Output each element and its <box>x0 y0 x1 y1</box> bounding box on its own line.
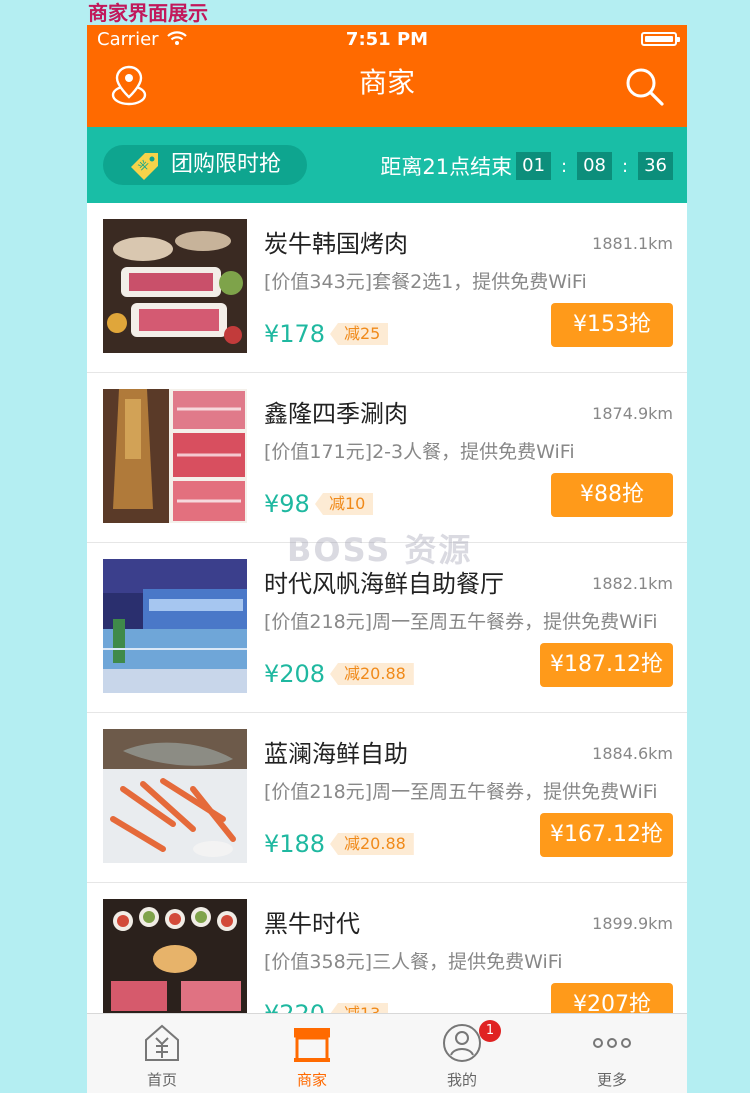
home-icon <box>145 1024 179 1061</box>
tab-label: 我的 <box>446 1071 477 1089</box>
merchant-price: ¥98 <box>264 490 310 518</box>
phone-screen: Carrier 7:51 PM 商家 半 团购限时抢 距离21点结束 01: … <box>87 25 687 1093</box>
merchant-price: ¥220 <box>264 999 325 1013</box>
merchant-distance: 1881.1km <box>592 234 673 253</box>
flash-sale-button[interactable]: 半 团购限时抢 <box>103 145 307 185</box>
discount-tag: 减25 <box>330 323 389 345</box>
tab-label: 首页 <box>146 1071 177 1089</box>
buy-button[interactable]: ¥187.12抢 <box>540 643 673 687</box>
merchant-distance: 1884.6km <box>592 744 673 763</box>
buy-button[interactable]: ¥153抢 <box>551 303 673 347</box>
countdown-label: 距离21点结束 <box>380 155 513 179</box>
merchant-distance: 1874.9km <box>592 404 673 423</box>
flash-sale-bar: 半 团购限时抢 距离21点结束 01 : 08 : 36 <box>87 127 687 203</box>
discount-tag: 减20.88 <box>330 833 414 855</box>
watermark: BOSS 资源 <box>287 531 473 569</box>
merchant-description: [价值218元]周一至周五午餐券，提供免费WiFi <box>264 611 658 633</box>
flash-sale-label: 团购限时抢 <box>171 152 282 177</box>
nav-header: Carrier 7:51 PM 商家 <box>87 25 687 127</box>
merchant-item[interactable]: 黑牛时代 1899.9km [价值358元]三人餐，提供免费WiFi ¥220 … <box>87 883 687 1013</box>
merchant-price: ¥188 <box>264 830 326 858</box>
buy-button[interactable]: ¥167.12抢 <box>540 813 673 857</box>
status-clock: 7:51 PM <box>345 29 429 50</box>
countdown-separator: : <box>561 155 568 177</box>
merchant-description: [价值218元]周一至周五午餐券，提供免费WiFi <box>264 781 658 803</box>
merchant-distance: 1899.9km <box>592 914 673 933</box>
buy-button[interactable]: ¥88抢 <box>551 473 673 517</box>
merchant-description: [价值358元]三人餐，提供免费WiFi <box>264 951 563 973</box>
tag-icon: 半 <box>131 153 158 180</box>
merchant-price: ¥208 <box>264 660 326 688</box>
tab-label: 更多 <box>596 1071 627 1089</box>
notification-badge: 1 <box>479 1020 501 1042</box>
merchant-photo <box>103 899 247 1013</box>
tab-label: 商家 <box>296 1071 327 1089</box>
shop-icon <box>294 1028 330 1062</box>
merchant-distance: 1882.1km <box>592 574 673 593</box>
merchant-name: 鑫隆四季涮肉 <box>264 400 408 428</box>
countdown-seconds: 36 <box>638 152 673 180</box>
battery-icon <box>641 32 680 46</box>
merchant-name: 蓝澜海鲜自助 <box>264 740 408 768</box>
merchant-description: [价值171元]2-3人餐，提供免费WiFi <box>264 441 575 463</box>
merchant-item[interactable]: 蓝澜海鲜自助 1884.6km [价值218元]周一至周五午餐券，提供免费WiF… <box>87 713 687 883</box>
search-icon[interactable] <box>623 65 665 107</box>
page-title: 商家 <box>358 66 415 99</box>
more-icon <box>593 1038 631 1048</box>
merchant-photo <box>103 559 247 693</box>
countdown-separator: : <box>622 155 629 177</box>
tab-bar: 首页 商家 1 我的 更多 <box>87 1013 687 1093</box>
merchant-description: [价值343元]套餐2选1，提供免费WiFi <box>264 271 587 293</box>
merchant-photo <box>103 729 247 863</box>
tab-more[interactable]: 更多 <box>537 1014 687 1093</box>
profile-icon <box>443 1024 481 1062</box>
merchant-price: ¥178 <box>264 320 326 348</box>
discount-tag: 减13 <box>330 1003 389 1013</box>
merchant-photo <box>103 219 247 353</box>
status-bar: Carrier 7:51 PM <box>87 25 687 55</box>
tab-profile[interactable]: 1 我的 <box>387 1014 537 1093</box>
tab-merchants[interactable]: 商家 <box>237 1014 387 1093</box>
tab-home[interactable]: 首页 <box>87 1014 237 1093</box>
merchant-name: 炭牛韩国烤肉 <box>264 230 408 258</box>
merchant-name: 时代风帆海鲜自助餐厅 <box>264 570 504 598</box>
merchant-name: 黑牛时代 <box>264 910 360 938</box>
buy-button[interactable]: ¥207抢 <box>551 983 673 1013</box>
merchant-item[interactable]: 炭牛韩国烤肉 1881.1km [价值343元]套餐2选1，提供免费WiFi ¥… <box>87 203 687 373</box>
countdown-timer: 距离21点结束 01 : 08 : 36 <box>380 151 673 181</box>
discount-tag: 减20.88 <box>330 663 414 685</box>
countdown-minutes: 08 <box>577 152 613 180</box>
countdown-hours: 01 <box>516 152 552 180</box>
discount-tag: 减10 <box>315 493 374 515</box>
merchant-list: 炭牛韩国烤肉 1881.1km [价值343元]套餐2选1，提供免费WiFi ¥… <box>87 203 687 1013</box>
merchant-item[interactable]: 鑫隆四季涮肉 1874.9km [价值171元]2-3人餐，提供免费WiFi ¥… <box>87 373 687 543</box>
page-caption: 商家界面展示 <box>88 1 208 25</box>
merchant-photo <box>103 389 247 523</box>
